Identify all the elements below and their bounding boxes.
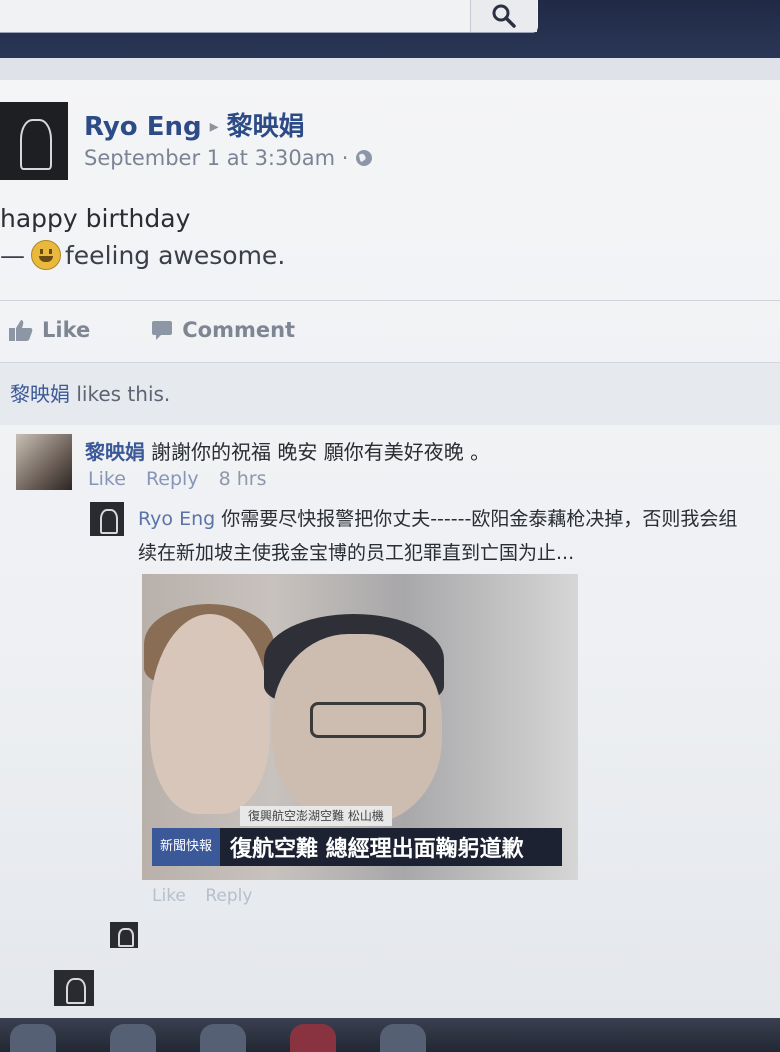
- comment-like-link[interactable]: Like: [88, 468, 126, 490]
- comment-avatar[interactable]: [16, 434, 72, 490]
- globe-icon[interactable]: [355, 149, 373, 167]
- reply-avatar[interactable]: [90, 502, 124, 536]
- photo-person-left-face: [150, 614, 270, 814]
- panel-header-strip: [0, 58, 780, 80]
- post-message: happy birthday: [0, 204, 191, 233]
- post-author-link[interactable]: Ryo Eng: [84, 112, 202, 142]
- arrow-right-icon: ▸: [209, 116, 219, 137]
- taskbar-app-icon[interactable]: [380, 1024, 426, 1052]
- comment-label: Comment: [182, 318, 296, 342]
- reply-meta: Like Reply: [152, 886, 266, 906]
- comment-reply-link[interactable]: Reply: [146, 468, 199, 490]
- comment-age[interactable]: 8 hrs: [219, 468, 267, 490]
- taskbar-app-icon[interactable]: [290, 1024, 336, 1052]
- search-icon: [492, 4, 516, 28]
- divider: [0, 300, 780, 301]
- comment-icon: [152, 321, 173, 340]
- smiley-icon: [31, 240, 61, 270]
- comment-button[interactable]: Comment: [150, 318, 295, 342]
- post-recipient-link[interactable]: 黎映娟: [227, 112, 305, 142]
- search-input[interactable]: [0, 0, 538, 32]
- feeling-dash: —: [0, 240, 25, 270]
- reply-text: 你需要尽快报警把你丈夫------欧阳金泰藕枪决掉，否则我会组: [221, 508, 738, 530]
- likes-suffix: likes this.: [76, 382, 171, 406]
- feeling-text: feeling awesome.: [65, 240, 286, 270]
- taskbar-app-icon[interactable]: [200, 1024, 246, 1052]
- comment-author-link[interactable]: 黎映娟: [85, 440, 145, 464]
- comment-input-avatar[interactable]: [54, 970, 94, 1006]
- photo-caption-bar: 新聞快報 復航空難 總經理出面鞠躬道歉: [152, 828, 562, 866]
- photo-glasses: [310, 702, 426, 738]
- post-time-separator: ·: [341, 146, 349, 170]
- reply-like-link[interactable]: Like: [152, 886, 186, 906]
- post-actions: Like Comment: [0, 310, 355, 350]
- reply-text-line2: 续在新加坡主使我金宝博的员工犯罪直到亡国为止...: [138, 542, 575, 564]
- post-feeling: — feeling awesome.: [0, 240, 285, 270]
- liker-link[interactable]: 黎映娟: [10, 382, 70, 406]
- comment-meta: Like Reply 8 hrs: [88, 468, 281, 490]
- photo-caption-top: 復興航空澎湖空難 松山機: [240, 806, 392, 826]
- photo-caption-tag: 新聞快報: [152, 828, 221, 866]
- reply-body: Ryo Eng 你需要尽快报警把你丈夫------欧阳金泰藕枪决掉，否则我会组: [138, 506, 780, 532]
- reply-photo[interactable]: 復興航空澎湖空難 松山機 新聞快報 復航空難 總經理出面鞠躬道歉: [142, 574, 578, 880]
- photo-caption-main: 復航空難 總經理出面鞠躬道歉: [230, 837, 524, 862]
- search-button[interactable]: [470, 0, 537, 32]
- like-label: Like: [42, 318, 91, 342]
- reply-author-link[interactable]: Ryo Eng: [138, 508, 215, 530]
- taskbar-app-icon[interactable]: [10, 1024, 56, 1052]
- post-time-text[interactable]: September 1 at 3:30am: [84, 146, 335, 170]
- reply-reply-link[interactable]: Reply: [205, 886, 252, 906]
- post-timestamp[interactable]: September 1 at 3:30am ·: [84, 146, 373, 170]
- thumbs-up-icon: [9, 320, 33, 341]
- like-button[interactable]: Like: [8, 318, 90, 342]
- taskbar-app-icon[interactable]: [110, 1024, 156, 1052]
- post-author-avatar[interactable]: [0, 102, 68, 180]
- comment-body: 黎映娟 謝謝你的祝福 晚安 願你有美好夜晚 。: [85, 436, 490, 465]
- reply-input-avatar[interactable]: [110, 922, 138, 948]
- comment-text: 謝謝你的祝福 晚安 願你有美好夜晚 。: [151, 440, 491, 464]
- likes-summary: 黎映娟 likes this.: [10, 378, 170, 407]
- post-header: Ryo Eng ▸ 黎映娟: [84, 106, 305, 143]
